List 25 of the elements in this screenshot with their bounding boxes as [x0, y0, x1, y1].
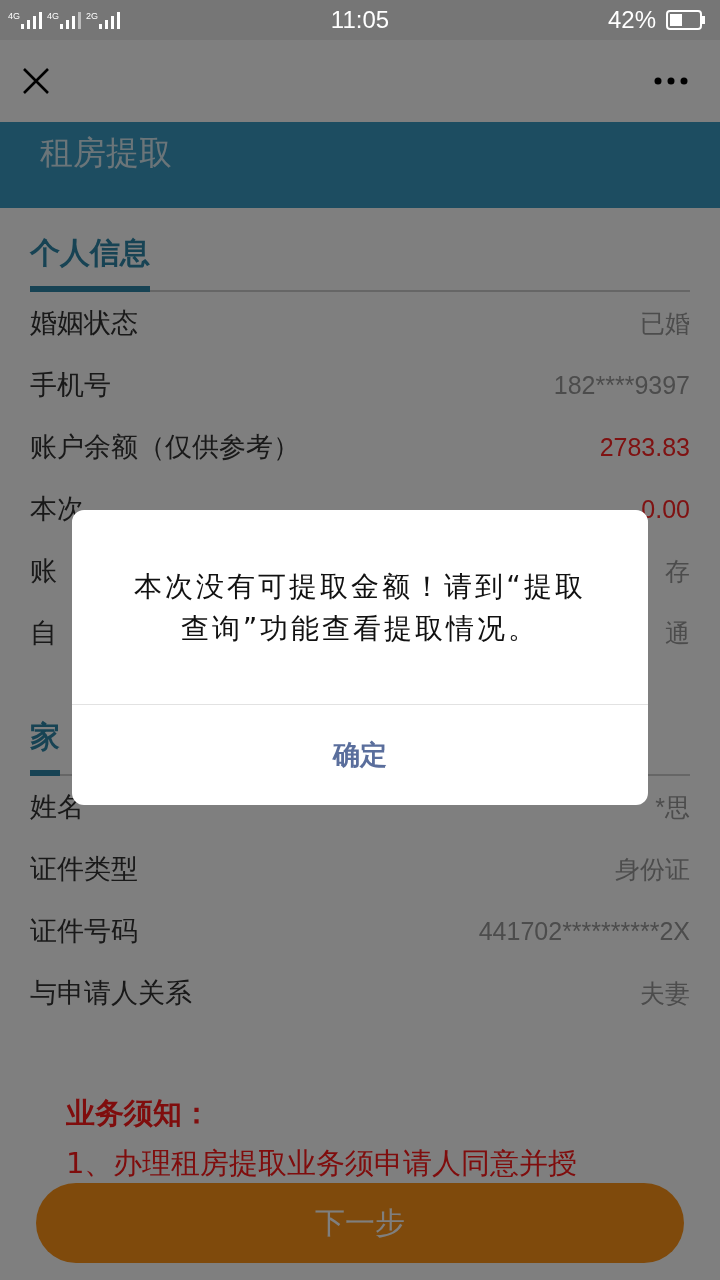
signal-icon: [60, 11, 83, 29]
field-label: 证件号码: [30, 914, 138, 948]
field-label: 婚姻状态: [30, 306, 138, 340]
field-label: 证件类型: [30, 852, 138, 886]
battery-icon: [666, 10, 706, 30]
field-value: 2783.83: [599, 432, 690, 462]
field-label: 账户余额（仅供参考）: [30, 430, 300, 464]
field-label: 账: [30, 554, 57, 588]
signal-icon: [21, 11, 43, 29]
notice-heading: 业务须知：: [66, 1095, 212, 1132]
page-title: 租房提取: [40, 133, 172, 172]
field-label: 与申请人关系: [30, 976, 192, 1010]
network-label: 4G: [47, 11, 60, 21]
field-label: 自: [30, 616, 57, 650]
clock: 11:05: [329, 6, 391, 34]
close-icon[interactable]: [22, 67, 50, 95]
field-label: 手机号: [30, 368, 111, 402]
network-label: 4G: [8, 11, 20, 21]
section-heading: 家: [30, 720, 60, 776]
battery-percent: 42%: [607, 6, 656, 34]
more-icon[interactable]: [654, 77, 688, 85]
network-label: 2G: [86, 11, 99, 21]
notice-text: 1、办理租房提取业务须申请人同意并授: [66, 1145, 579, 1182]
signal-icon: [99, 11, 122, 29]
section-heading: 个人信息: [30, 236, 150, 292]
